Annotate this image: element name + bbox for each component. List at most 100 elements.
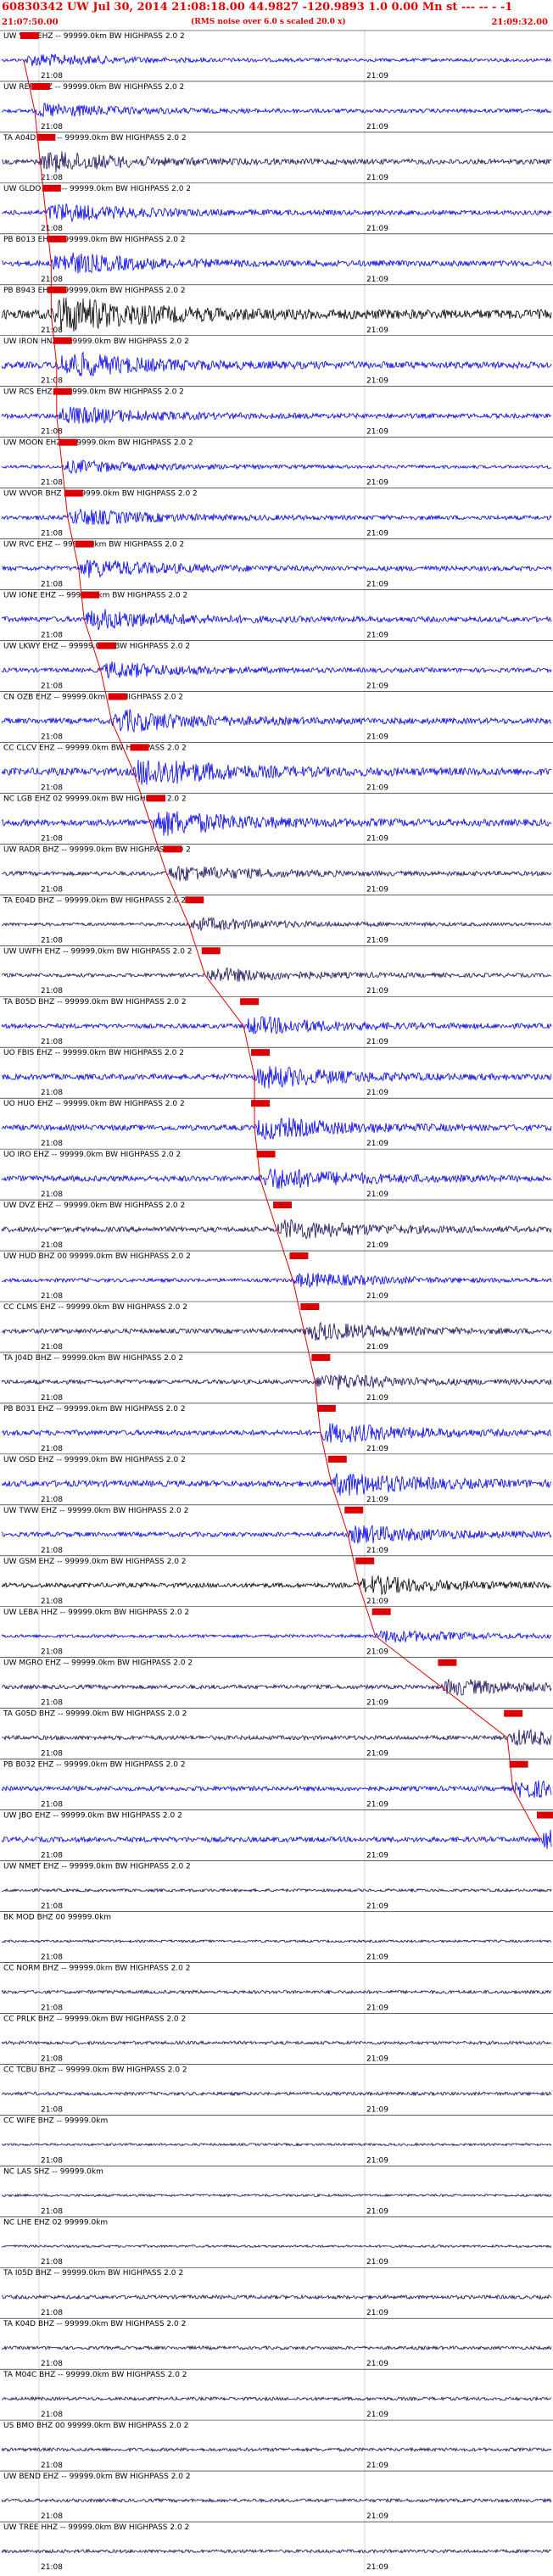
trace-group: UW LKWY EHZ -- 99999.0km BW HIGHPASS 2.0… — [0, 640, 553, 690]
trace-group: UW TREE HHZ -- 99999.0km BW HIGHPASS 2.0… — [0, 2521, 553, 2572]
minute-tick-label: 21:08 — [41, 225, 63, 233]
minute-tick-label: 21:08 — [41, 632, 63, 640]
minute-tick-label: 21:08 — [41, 72, 63, 81]
waveform-trace — [1, 1168, 552, 1189]
minute-tick-label: 21:09 — [366, 1038, 388, 1046]
minute-tick-label: 21:09 — [366, 1140, 388, 1148]
waveform-trace — [1, 151, 552, 173]
trace-group: NC LGB EHZ 02 99999.0km BW HIGHPASS 2.0 … — [0, 793, 553, 843]
pick-marker — [53, 388, 72, 395]
minute-tick-label: 21:09 — [366, 123, 388, 131]
trace-group: UW OSD EHZ -- 99999.0km BW HIGHPASS 2.0 … — [0, 1453, 553, 1504]
minute-tick-label: 21:08 — [41, 987, 63, 995]
waveform-trace — [1, 1679, 552, 1696]
trace-label: NC LAS SHZ -- 99999.0km — [3, 2167, 103, 2176]
trace-group: TA G05D BHZ -- 99999.0km BW HIGHPASS 2.0… — [0, 1708, 553, 1759]
minute-tick-label: 21:08 — [41, 2360, 63, 2368]
waveform-trace — [1, 2345, 552, 2351]
minute-tick-label: 21:08 — [41, 783, 63, 792]
trace-label: TA K04D BHZ -- 99999.0km BW HIGHPASS 2.0… — [3, 2320, 186, 2328]
minute-tick-label: 21:09 — [366, 2462, 388, 2470]
trace-group: UW UWFH EHZ -- 99999.0km BW HIGHPASS 2.0… — [0, 945, 553, 995]
minute-tick-label: 21:08 — [41, 2105, 63, 2114]
minute-tick-label: 21:09 — [366, 1343, 388, 1352]
trace-group: UW VCR EHZ -- 99999.0km BW HIGHPASS 2.0 … — [0, 30, 553, 81]
minute-tick-label: 21:09 — [366, 1953, 388, 1961]
rms-note: (RMS noise over 6.0 s scaled 20.0 x) — [191, 18, 346, 26]
trace-label: TA B05D BHZ -- 99999.0km BW HIGHPASS 2.0… — [3, 998, 187, 1006]
trace-label: UW WVOR BHZ 00 99999.0km BW HIGHPASS 2.0… — [3, 490, 198, 499]
pick-marker — [36, 133, 56, 141]
trace-group: PB B031 EHZ -- 99999.0km BW HIGHPASS 2.0… — [0, 1402, 553, 1453]
pick-marker — [146, 795, 165, 802]
trace-label: UW TREE HHZ -- 99999.0km BW HIGHPASS 2.0… — [3, 2523, 189, 2532]
minute-tick-label: 21:09 — [366, 1089, 388, 1097]
trace-label: TA I05D BHZ -- 99999.0km BW HIGHPASS 2.0… — [3, 2269, 183, 2278]
trace-label: UW MGRO EHZ -- 99999.0km BW HIGHPASS 2.0… — [3, 1659, 193, 1668]
trace-label: UW IRON HNZ -- 99999.0km BW HIGHPASS 2.0… — [3, 337, 189, 346]
waveform-trace — [1, 1525, 552, 1544]
trace-group: NC LAS SHZ -- 99999.0km 21:08 21:09 — [0, 2166, 553, 2216]
trace-group: UW LEBA HHZ -- 99999.0km BW HIGHPASS 2.0… — [0, 1606, 553, 1657]
minute-tick-label: 21:08 — [41, 1292, 63, 1301]
waveform-trace — [1, 661, 552, 679]
minute-tick-label: 21:09 — [366, 2156, 388, 2165]
minute-tick-label: 21:09 — [366, 2309, 388, 2317]
minute-tick-label: 21:09 — [366, 276, 388, 284]
minute-tick-label: 21:08 — [41, 1953, 63, 1961]
minute-tick-label: 21:09 — [366, 428, 388, 437]
pick-marker — [108, 693, 127, 700]
minute-tick-label: 21:08 — [41, 530, 63, 538]
minute-tick-label: 21:08 — [41, 1445, 63, 1453]
minute-tick-label: 21:08 — [41, 174, 63, 182]
minute-tick-label: 21:08 — [41, 2258, 63, 2267]
trace-group: TA K04D BHZ -- 99999.0km BW HIGHPASS 2.0… — [0, 2317, 553, 2368]
trace-group: TA B05D BHZ -- 99999.0km BW HIGHPASS 2.0… — [0, 995, 553, 1046]
trace-group: UO IRO EHZ -- 99999.0km BW HIGHPASS 2.0 … — [0, 1148, 553, 1199]
pick-marker — [97, 642, 116, 650]
trace-label: UO IRO EHZ -- 99999.0km BW HIGHPASS 2.0 … — [3, 1151, 181, 1159]
minute-tick-label: 21:09 — [366, 2004, 388, 2012]
minute-tick-label: 21:09 — [366, 1801, 388, 1809]
trace-group: PB B013 EHZ -- 99999.0km BW HIGHPASS 2.0… — [0, 233, 553, 284]
trace-label: UW HUD BHZ 00 99999.0km BW HIGHPASS 2.0 … — [3, 1252, 191, 1261]
pick-marker — [344, 1506, 364, 1514]
pick-marker — [251, 1100, 271, 1107]
trace-label: UW GLDO EHZ -- 99999.0km BW HIGHPASS 2.0… — [3, 185, 191, 193]
minute-tick-label: 21:09 — [366, 1547, 388, 1555]
minute-tick-label: 21:08 — [41, 1852, 63, 1860]
minute-tick-label: 21:08 — [41, 1597, 63, 1606]
minute-tick-label: 21:09 — [366, 1190, 388, 1199]
trace-group: UW BEND EHZ -- 99999.0km BW HIGHPASS 2.0… — [0, 2470, 553, 2521]
pick-marker — [53, 337, 72, 344]
trace-label: TA J04D BHZ -- 99999.0km BW HIGHPASS 2.0… — [3, 1354, 183, 1363]
trace-label: PB B943 EHZ -- 99999.0km BW HIGHPASS 2.0… — [3, 287, 186, 295]
minute-tick-label: 21:08 — [41, 2004, 63, 2012]
minute-tick-label: 21:09 — [366, 1699, 388, 1708]
minute-tick-label: 21:09 — [366, 632, 388, 640]
waveform-trace — [1, 967, 552, 983]
waveform-trace — [1, 53, 552, 67]
minute-tick-label: 21:09 — [366, 2207, 388, 2216]
pick-marker — [47, 286, 67, 293]
waveform-trace — [1, 1829, 552, 1849]
waveform-trace — [1, 1066, 552, 1089]
minute-tick-label: 21:08 — [41, 1343, 63, 1352]
waveform-trace — [1, 2193, 552, 2198]
minute-tick-label: 21:08 — [41, 936, 63, 945]
trace-label: NC LHE EHZ 02 99999.0km — [3, 2218, 108, 2227]
minute-tick-label: 21:09 — [366, 733, 388, 741]
trace-label: CC CLMS EHZ -- 99999.0km BW HIGHPASS 2.0… — [3, 1303, 187, 1312]
trace-group: PB B943 EHZ -- 99999.0km BW HIGHPASS 2.0… — [0, 284, 553, 335]
trace-group: UW HUD BHZ 00 99999.0km BW HIGHPASS 2.0 … — [0, 1250, 553, 1301]
minute-tick-label: 21:08 — [41, 123, 63, 131]
waveform-trace — [1, 2395, 552, 2402]
trace-group: CC WIFE BHZ -- 99999.0km 21:08 21:09 — [0, 2115, 553, 2165]
trace-label: US BMO BHZ 00 99999.0km BW HIGHPASS 2.0 … — [3, 2422, 188, 2430]
trace-group: UW IONE EHZ -- 99999.0km BW HIGHPASS 2.0… — [0, 589, 553, 640]
waveform-trace — [1, 916, 552, 931]
start-time-label: 21:07:50.00 — [2, 18, 59, 27]
pick-marker — [316, 1404, 336, 1412]
pick-marker — [371, 1608, 391, 1615]
trace-label: UW LKWY EHZ -- 99999.0km BW HIGHPASS 2.0… — [3, 643, 190, 651]
